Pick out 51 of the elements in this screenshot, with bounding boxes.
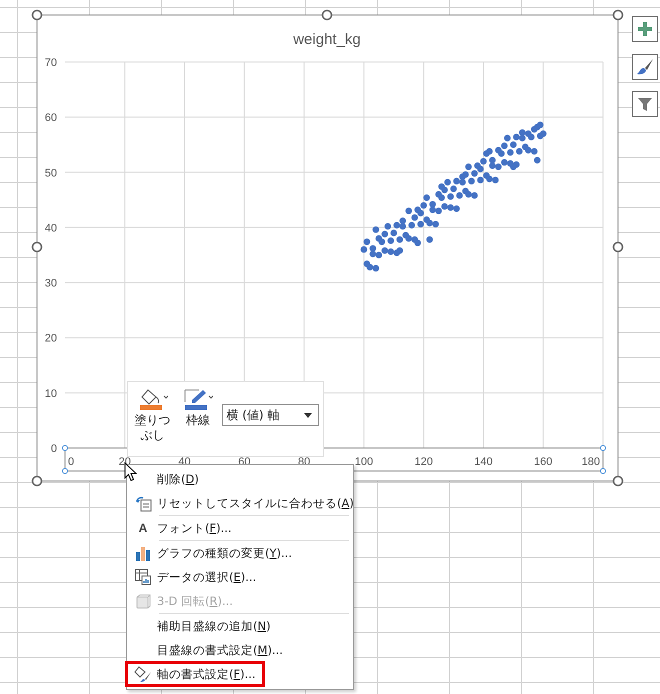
axis-tick-label: 180	[582, 456, 600, 468]
dropdown-arrow-icon	[304, 412, 312, 418]
filter-icon	[637, 96, 653, 112]
cube-icon	[136, 594, 150, 608]
paint-bucket-icon	[138, 388, 168, 410]
resize-handle[interactable]	[32, 242, 42, 252]
plus-icon	[638, 22, 652, 36]
menu-item[interactable]: グラフの種類の変更(Y)...	[129, 541, 351, 565]
outline-button[interactable]: 枠線	[177, 388, 218, 428]
axis-tick-label: 100	[354, 456, 374, 468]
menu-item[interactable]: データの選択(E)...	[129, 565, 351, 589]
axis-tick-label: 0	[68, 456, 74, 468]
resize-handle[interactable]	[322, 10, 332, 20]
menu-item[interactable]: 軸の書式設定(F)...	[126, 662, 264, 686]
axis-tick-label: 120	[414, 456, 433, 468]
resize-handle[interactable]	[612, 242, 624, 252]
axis-tick-label: 0	[50, 443, 57, 455]
chart-title: weight_kg	[293, 31, 361, 48]
selection-handle[interactable]	[62, 445, 68, 451]
table-chart-icon	[135, 569, 151, 585]
axis-tick-label: 40	[44, 222, 57, 234]
resize-handle[interactable]	[612, 476, 624, 486]
menu-item[interactable]: 補助目盛線の追加(N)	[129, 614, 351, 638]
axis-tick-label: 70	[44, 57, 57, 69]
chart-filter-button[interactable]	[632, 91, 658, 117]
selection-handle[interactable]	[600, 445, 606, 451]
axis-tick-label: 20	[44, 332, 57, 345]
chart-styles-button[interactable]	[632, 54, 658, 80]
selection-handle[interactable]	[62, 468, 68, 474]
menu-item[interactable]: A フォント(F)...	[129, 516, 351, 540]
font-icon: A	[138, 521, 148, 535]
axis-tick-label: 30	[44, 278, 57, 290]
format-brush-icon	[134, 666, 152, 682]
resize-handle[interactable]	[612, 10, 624, 20]
menu-item[interactable]: 目盛線の書式設定(M)...	[129, 638, 351, 662]
selection-handle[interactable]	[600, 468, 606, 474]
chart-element-dropdown[interactable]: 横 (値) 軸	[222, 404, 319, 426]
pen-icon	[182, 388, 213, 410]
add-element-button[interactable]	[632, 16, 658, 42]
brush-icon	[636, 58, 654, 76]
axis-tick-label: 50	[44, 167, 57, 180]
menu-item[interactable]: リセットしてスタイルに合わせる(A)	[129, 491, 351, 515]
axis-tick-label: 60	[44, 112, 57, 124]
bar-chart-icon	[135, 545, 151, 561]
axis-tick-label: 160	[534, 456, 552, 468]
axis-tick-label: 10	[44, 388, 57, 400]
axis-tick-label: 140	[474, 456, 493, 468]
resize-handle[interactable]	[32, 10, 42, 20]
fill-button[interactable]: 塗りつぶし	[132, 388, 174, 443]
resize-handle[interactable]	[32, 476, 42, 486]
reset-style-icon	[134, 494, 152, 512]
